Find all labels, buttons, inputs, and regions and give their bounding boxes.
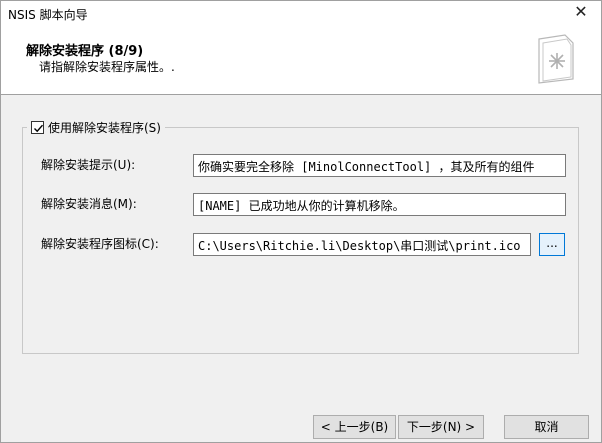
wizard-document-icon [538,34,574,84]
use-uninstaller-checkbox[interactable] [31,120,44,134]
uninstall-message-label: 解除安装消息(M): [41,197,137,211]
next-button[interactable]: 下一步(N) > [398,415,484,439]
back-button[interactable]: < 上一步(B) [313,415,396,439]
window-title: NSIS 脚本向导 [8,8,88,22]
use-uninstaller-label: 使用解除安装程序(S) [48,120,161,135]
wizard-window: NSIS 脚本向导 ✕ 解除安装程序 (8/9) 请指解除安装程序属性。. 使用… [0,0,602,443]
cancel-button[interactable]: 取消 [504,415,589,439]
uninstall-prompt-label: 解除安装提示(U): [41,158,136,172]
uninstall-icon-field[interactable]: C:\Users\Ritchie.li\Desktop\串口测试\print.i… [193,233,531,256]
wizard-header: 解除安装程序 (8/9) 请指解除安装程序属性。. [1,25,601,95]
use-uninstaller-checkbox-row[interactable]: 使用解除安装程序(S) [27,117,165,137]
close-button[interactable]: ✕ [561,1,601,25]
uninstall-message-field[interactable]: [NAME] 已成功地从你的计算机移除。 [193,193,566,216]
title-bar: NSIS 脚本向导 ✕ [1,1,601,25]
checkmark-icon [34,124,44,132]
page-subtitle: 请指解除安装程序属性。. [39,60,175,74]
uninstall-prompt-field[interactable]: 你确实要完全移除 [MinolConnectTool] ，其及所有的组件 [193,154,566,177]
page-title: 解除安装程序 (8/9) [26,44,144,59]
browse-button[interactable]: ... [539,233,565,256]
uninstall-icon-label: 解除安装程序图标(C): [41,237,159,251]
